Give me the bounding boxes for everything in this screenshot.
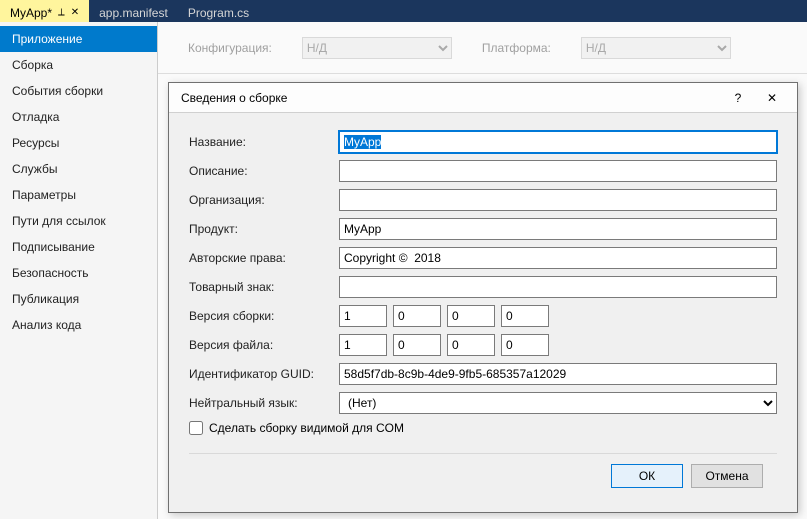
file-version-minor[interactable]	[393, 334, 441, 356]
organization-field[interactable]	[339, 189, 777, 211]
file-version-major[interactable]	[339, 334, 387, 356]
assembly-version-major[interactable]	[339, 305, 387, 327]
file-version-build[interactable]	[447, 334, 495, 356]
sidebar-item-label: Отладка	[12, 110, 59, 124]
neutral-language-label: Нейтральный язык:	[189, 396, 339, 410]
help-icon: ?	[735, 91, 742, 105]
file-version-revision[interactable]	[501, 334, 549, 356]
copyright-label: Авторские права:	[189, 251, 339, 265]
guid-field[interactable]	[339, 363, 777, 385]
sidebar-item-label: Приложение	[12, 32, 82, 46]
sidebar-item-label: Службы	[12, 162, 57, 176]
cancel-label: Отмена	[705, 469, 748, 483]
assembly-version-revision[interactable]	[501, 305, 549, 327]
properties-content: Конфигурация: Н/Д Платформа: Н/Д Сведени…	[158, 22, 807, 519]
copyright-field[interactable]	[339, 247, 777, 269]
sidebar-item-label: Безопасность	[12, 266, 89, 280]
sidebar-item-publish[interactable]: Публикация	[0, 286, 157, 312]
tab-label: MyApp*	[10, 6, 52, 20]
close-icon: ✕	[767, 91, 777, 105]
sidebar-item-code-analysis[interactable]: Анализ кода	[0, 312, 157, 338]
project-properties-sidebar: Приложение Сборка События сборки Отладка…	[0, 22, 158, 519]
tab-program-cs[interactable]: Program.cs	[178, 0, 259, 22]
help-button[interactable]: ?	[721, 86, 755, 110]
sidebar-item-label: Параметры	[12, 188, 76, 202]
sidebar-item-signing[interactable]: Подписывание	[0, 234, 157, 260]
sidebar-item-label: Анализ кода	[12, 318, 81, 332]
platform-label: Платформа:	[482, 41, 551, 55]
sidebar-item-resources[interactable]: Ресурсы	[0, 130, 157, 156]
assembly-version-minor[interactable]	[393, 305, 441, 327]
product-label: Продукт:	[189, 222, 339, 236]
trademark-label: Товарный знак:	[189, 280, 339, 294]
ok-button[interactable]: ОК	[611, 464, 683, 488]
dialog-titlebar[interactable]: Сведения о сборке ? ✕	[169, 83, 797, 113]
dialog-body: Название: Описание: Организация: Продукт…	[169, 113, 797, 512]
product-field[interactable]	[339, 218, 777, 240]
com-visible-checkbox[interactable]	[189, 421, 203, 435]
tab-app-manifest[interactable]: app.manifest	[89, 0, 178, 22]
guid-label: Идентификатор GUID:	[189, 367, 339, 381]
pin-icon[interactable]: ⟂	[58, 7, 65, 18]
name-field[interactable]	[339, 131, 777, 153]
ok-label: ОК	[639, 469, 655, 483]
neutral-language-select[interactable]: (Нет)	[339, 392, 777, 414]
trademark-field[interactable]	[339, 276, 777, 298]
sidebar-item-label: Публикация	[12, 292, 79, 306]
configuration-label: Конфигурация:	[188, 41, 272, 55]
organization-label: Организация:	[189, 193, 339, 207]
tab-label: Program.cs	[188, 6, 249, 20]
assembly-info-dialog: Сведения о сборке ? ✕ Название: Описание…	[168, 82, 798, 513]
sidebar-item-label: Пути для ссылок	[12, 214, 106, 228]
sidebar-item-build[interactable]: Сборка	[0, 52, 157, 78]
com-visible-label: Сделать сборку видимой для COM	[209, 421, 404, 435]
close-icon[interactable]: ✕	[71, 7, 79, 18]
tab-myapp[interactable]: MyApp* ⟂ ✕	[0, 0, 89, 22]
config-platform-row: Конфигурация: Н/Д Платформа: Н/Д	[158, 22, 807, 74]
assembly-version-build[interactable]	[447, 305, 495, 327]
file-version-label: Версия файла:	[189, 338, 339, 352]
description-label: Описание:	[189, 164, 339, 178]
sidebar-item-settings[interactable]: Параметры	[0, 182, 157, 208]
sidebar-item-label: Подписывание	[12, 240, 95, 254]
sidebar-item-application[interactable]: Приложение	[0, 26, 157, 52]
dialog-footer: ОК Отмена	[189, 453, 777, 502]
tab-label: app.manifest	[99, 6, 168, 20]
description-field[interactable]	[339, 160, 777, 182]
name-label: Название:	[189, 135, 339, 149]
dialog-title: Сведения о сборке	[181, 91, 721, 105]
sidebar-item-label: Ресурсы	[12, 136, 59, 150]
sidebar-item-build-events[interactable]: События сборки	[0, 78, 157, 104]
cancel-button[interactable]: Отмена	[691, 464, 763, 488]
sidebar-item-label: События сборки	[12, 84, 103, 98]
sidebar-item-debug[interactable]: Отладка	[0, 104, 157, 130]
sidebar-item-security[interactable]: Безопасность	[0, 260, 157, 286]
platform-select: Н/Д	[581, 37, 731, 59]
sidebar-item-label: Сборка	[12, 58, 53, 72]
sidebar-item-services[interactable]: Службы	[0, 156, 157, 182]
sidebar-item-reference-paths[interactable]: Пути для ссылок	[0, 208, 157, 234]
close-button[interactable]: ✕	[755, 86, 789, 110]
document-tabbar: MyApp* ⟂ ✕ app.manifest Program.cs	[0, 0, 807, 22]
configuration-select: Н/Д	[302, 37, 452, 59]
assembly-version-label: Версия сборки:	[189, 309, 339, 323]
